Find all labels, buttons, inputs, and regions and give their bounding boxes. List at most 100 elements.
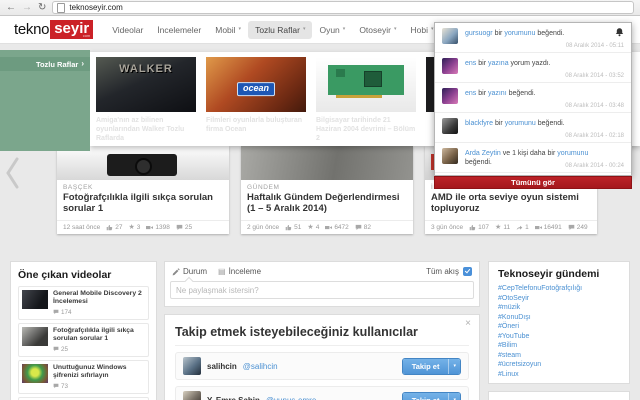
- menu-article-ocean[interactable]: ocean Filmleri oyunlarla buluşturan firm…: [206, 57, 306, 134]
- article-title[interactable]: AMD ile orta seviye oyun sistemi topluyo…: [431, 192, 591, 215]
- like-icon: [106, 224, 113, 231]
- video-list-item[interactable]: General Mobile Discovery 2 İncelemesi 17…: [18, 286, 149, 320]
- star-icon: ★: [495, 224, 502, 231]
- notification-item[interactable]: ens bir yazını beğendi. 08 Aralık 2014 -…: [435, 83, 631, 113]
- chevron-down-icon[interactable]: ▾: [448, 392, 460, 400]
- see-all-notifications-button[interactable]: Tümünü gör: [434, 176, 632, 189]
- like-icon: [469, 224, 476, 231]
- site-logo[interactable]: tekno seyir com: [14, 20, 94, 39]
- video-title[interactable]: Unuttuğunuz Windows şifrenizi sıfırlayın: [53, 364, 145, 381]
- walker-poster: WALKER: [96, 57, 196, 112]
- follow-button[interactable]: Takip et ▾: [401, 357, 461, 375]
- notification-item[interactable]: gursuogr bir yorumunu beğendi. 08 Aralık…: [435, 23, 631, 53]
- menu-article-gpu[interactable]: Bilgisayar tarihinde 21 Haziran 2004 dev…: [316, 57, 416, 143]
- article-title[interactable]: Fotoğrafçılıkla ilgili sıkça sorulan sor…: [63, 192, 223, 215]
- main-nav: Videolar İncelemeler Mobil ▾ Tozlu Raflar…: [105, 20, 440, 39]
- notification-link: yorumunu: [557, 150, 589, 157]
- follow-button[interactable]: Takip et ▾: [401, 391, 461, 400]
- user-name[interactable]: Y. Emre Şahin: [207, 396, 260, 400]
- all-feed-toggle[interactable]: Tüm akış: [426, 267, 472, 276]
- article-card[interactable]: GÜNDEM Haftalık Gündem Değerlendirmesi (…: [241, 146, 413, 234]
- star-icon: ★: [128, 224, 135, 231]
- grid-icon: ▤: [218, 266, 226, 276]
- checkbox-checked-icon[interactable]: [463, 267, 472, 276]
- carousel-prev-icon[interactable]: [4, 156, 20, 195]
- article-thumbnail-camera: [57, 146, 229, 180]
- menu-article-walker[interactable]: WALKER Amiga'nın az bilinen oyunlarından…: [96, 57, 196, 143]
- video-title[interactable]: General Mobile Discovery 2 İncelemesi: [53, 290, 145, 307]
- notification-link: yorumunu: [504, 120, 536, 127]
- notification-item[interactable]: ens bir yazına yorum yazdı. 08 Aralık 20…: [435, 53, 631, 83]
- user-handle[interactable]: @salihcin: [243, 362, 278, 371]
- hashtag-link[interactable]: #Öneri: [498, 322, 620, 332]
- hashtag-link[interactable]: #steam: [498, 351, 620, 361]
- graphics-card-photo: [316, 57, 416, 112]
- suggested-user-row: salihcin @salihcin Takip et ▾: [175, 352, 469, 380]
- nav-mobil[interactable]: Mobil ▾: [208, 21, 248, 39]
- chevron-down-icon: ▾: [393, 26, 397, 32]
- menu-article-title[interactable]: Filmleri oyunlarla buluşturan firma Ocea…: [206, 116, 306, 134]
- address-bar[interactable]: teknoseyir.com: [52, 1, 634, 14]
- share-icon: [516, 225, 523, 230]
- user-handle[interactable]: @yunus-emre: [266, 396, 316, 400]
- back-button[interactable]: ←: [6, 2, 16, 13]
- notifications-dropdown: gursuogr bir yorumunu beğendi. 08 Aralık…: [434, 22, 632, 176]
- notification-link: yazını: [487, 90, 507, 97]
- menu-article-title[interactable]: Bilgisayar tarihinde 21 Haziran 2004 dev…: [316, 116, 416, 143]
- avatar: [183, 357, 201, 375]
- video-thumbnail: [22, 326, 48, 346]
- video-thumbnail: [22, 290, 48, 309]
- notification-time: 08 Aralık 2014 - 05:11: [565, 43, 624, 49]
- browser-window: ← → ↻ teknoseyir.com tekno seyir com Vide…: [0, 0, 640, 400]
- tab-inceleme[interactable]: ▤ İnceleme: [218, 267, 261, 276]
- video-list-item[interactable]: Unuttuğunuz Windows şifrenizi sıfırlayın…: [18, 359, 149, 394]
- nav-incelemeler[interactable]: İncelemeler: [150, 21, 208, 39]
- nav-oyun[interactable]: Oyun ▾: [312, 21, 352, 39]
- hashtag-link[interactable]: #KonuDışı: [498, 313, 620, 323]
- ocean-poster: ocean: [206, 57, 306, 112]
- notification-item[interactable]: blackfyre bir yorumunu beğendi. 08 Aralı…: [435, 113, 631, 143]
- hashtag-link[interactable]: #müzik: [498, 303, 620, 313]
- tozlu-raflar-link[interactable]: Tozlu Raflar ›: [0, 57, 90, 71]
- agenda-panel: Teknoseyir gündemi #CepTelefonuFotoğrafç…: [488, 261, 630, 384]
- hashtag-link[interactable]: #Bilim: [498, 341, 620, 351]
- avatar: [442, 118, 458, 134]
- hashtag-link[interactable]: #Linux: [498, 370, 620, 380]
- close-icon[interactable]: ×: [465, 317, 471, 331]
- hashtag-link[interactable]: #YouTube: [498, 332, 620, 342]
- notification-user: ens: [465, 90, 477, 97]
- pencil-icon: [172, 267, 180, 275]
- comment-icon: [176, 224, 183, 231]
- nav-tozlu-raflar[interactable]: Tozlu Raflar ▾: [248, 20, 313, 39]
- article-card[interactable]: BAŞÇEK Fotoğrafçılıkla ilgili sıkça soru…: [57, 146, 229, 234]
- chevron-down-icon: ▾: [302, 26, 306, 32]
- forward-button[interactable]: →: [22, 2, 32, 13]
- article-meta: 12 saat önce 27 ★ 3 1398 25: [57, 220, 229, 234]
- article-title[interactable]: Haftalık Gündem Değerlendirmesi (1 – 5 A…: [247, 192, 407, 215]
- chevron-down-icon[interactable]: ▾: [448, 358, 460, 374]
- share-input[interactable]: [170, 281, 474, 299]
- video-list-item[interactable]: Fotoğrafçılıkla ilgili sıkça sorulan sor…: [18, 322, 149, 357]
- video-title[interactable]: Fotoğrafçılıkla ilgili sıkça sorulan sor…: [53, 327, 145, 344]
- url-text[interactable]: teknoseyir.com: [69, 3, 122, 12]
- hashtag-link[interactable]: #OtoSeyir: [498, 294, 620, 304]
- user-name[interactable]: salihcin: [207, 362, 237, 371]
- star-icon: ★: [307, 224, 314, 231]
- notification-item[interactable]: Arda Zeytin ve 1 kişi daha bir yorumunu …: [435, 143, 631, 173]
- logo-text-red: seyir com: [50, 20, 94, 39]
- article-meta: 3 gün önce 107 ★ 11 1 16491 249: [425, 220, 597, 234]
- logo-sub: com: [82, 33, 91, 38]
- menu-article-title[interactable]: Amiga'nın az bilinen oyunlarından Walker…: [96, 116, 196, 143]
- reload-button[interactable]: ↻: [38, 2, 46, 13]
- tab-durum[interactable]: Durum: [172, 267, 207, 276]
- video-thumbnail: [22, 363, 48, 383]
- avatar: [183, 391, 201, 400]
- avatar: [442, 148, 458, 164]
- featured-videos-title: Öne çıkan videolar: [18, 269, 112, 281]
- nav-videolar[interactable]: Videolar: [105, 21, 150, 39]
- hashtag-link[interactable]: #CepTelefonuFotoğrafçılığı: [498, 284, 620, 294]
- nav-otoseyir[interactable]: Otoseyir ▾: [352, 21, 403, 39]
- comment-icon: [355, 224, 362, 231]
- notification-user: Arda Zeytin: [465, 150, 501, 157]
- hashtag-link[interactable]: #ücretsizoyun: [498, 360, 620, 370]
